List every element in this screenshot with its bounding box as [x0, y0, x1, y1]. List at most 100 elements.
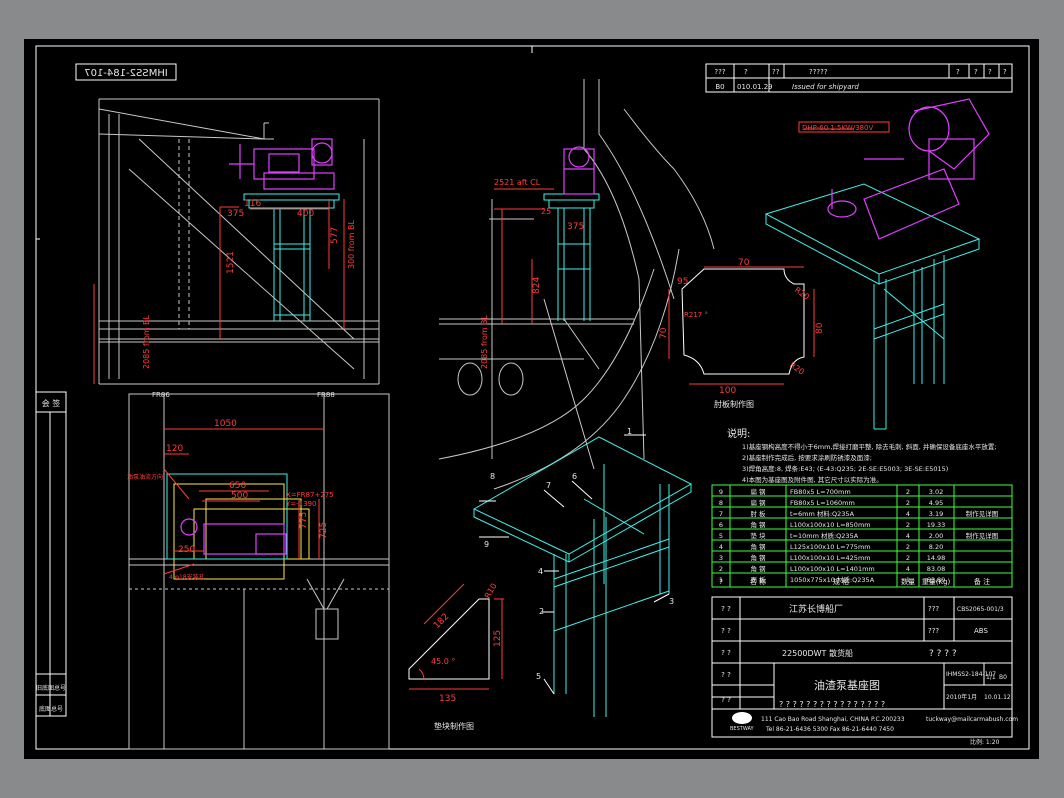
- bom-cell-spec: L100x100x10 L=1401mm: [790, 565, 875, 573]
- cad-drawing: 会 签 旧底图总号 底图总号 IHMSS2-184-107 ??? ? ?? ?…: [35, 45, 1030, 750]
- strip-label-drawing-no: 底图总号: [39, 705, 63, 713]
- bom-cell-spec: FB80x5 L=1060mm: [790, 499, 855, 507]
- rev-header-7: ?: [988, 68, 992, 76]
- revision-text: ??? ? ?? ????? ? ? ? ? B0 010.01.29 Issu…: [714, 68, 1007, 91]
- iso-label-8: 8: [490, 472, 495, 481]
- bom-cell-no: 2: [719, 565, 723, 573]
- bom-cell-wt: 8.20: [929, 543, 943, 551]
- bom-header-qty: 数量: [901, 577, 915, 586]
- tb-email: tuckway@mailcarmabush.com: [926, 716, 1018, 723]
- bom-cell-no: 9: [719, 488, 723, 496]
- dim-725: 725: [319, 522, 329, 539]
- dim-182: 182: [432, 612, 451, 631]
- dim-116: 116: [244, 199, 261, 209]
- plate-detail: 70 95 R20 80 70 100 R217 ° R20 肘板制作图: [659, 258, 825, 409]
- bom-cell-wt: 19.33: [927, 521, 946, 529]
- tb-yard: 江苏长博船厂: [789, 603, 843, 615]
- iso-label-5: 5: [536, 672, 541, 681]
- pump-callout: DHP-60 1.5KW/380V: [802, 124, 873, 132]
- tb-qmarks: ? ? ? ?: [929, 649, 957, 659]
- bom-cell-wt: 83.08: [927, 565, 946, 573]
- bom-cell-name: 扁 钢: [750, 498, 766, 507]
- bom-cell-name: 角 钢: [750, 564, 766, 573]
- bom-cell-wt: 4.95: [929, 499, 943, 507]
- bom-cell-spec: t=10mm 材质:Q235A: [790, 531, 859, 540]
- tb-q1: ? ?: [721, 605, 731, 613]
- bom-header-weight: 重量(Kg): [922, 578, 951, 586]
- bom-cell-no: 8: [719, 499, 723, 507]
- iso-pump-base: DHP-60 1.5KW/380V: [764, 98, 990, 430]
- bom-table: 9 扁 钢 FB80x5 L=700mm 2 3.02 8 扁 钢 FB80x5 L=1060…: [711, 484, 1013, 588]
- iso-label-1: 1: [627, 427, 632, 436]
- bom-cell-name: 肘 板: [750, 509, 766, 518]
- dim-2085-from-bl-b: 2085 from BL: [480, 314, 489, 369]
- bom-header-name: 名 称: [750, 577, 766, 586]
- iso-label-6: 6: [572, 472, 577, 481]
- bom-cell-qty: 4: [906, 532, 910, 540]
- bom-cell-name: 角 钢: [750, 520, 766, 529]
- iso-label-4: 4: [538, 567, 543, 576]
- note-pump-flow: 油泵油流方向: [127, 473, 163, 481]
- note-line-4: 4)本图为基座图及附件图, 其它尺寸以实际为准。: [742, 475, 883, 484]
- dim-250: 250: [178, 545, 195, 555]
- dim-375b: 375: [567, 222, 584, 232]
- tb-tel: Tel 86-21-6436 5300 Fax 86-21-6440 7450: [765, 726, 894, 733]
- bom-cell-qty: 4: [906, 510, 910, 518]
- dim-650: 650: [229, 481, 246, 491]
- rev-description: Issued for shipyard: [792, 83, 859, 91]
- tb-date: 2010年1月: [946, 693, 977, 701]
- bom-cell-name: 垫 块: [750, 531, 766, 540]
- bom-cell-spec: L100x100x10 L=425mm: [790, 554, 871, 562]
- gusset-detail: 182 125 135 45.0 ° R10 垫块制作图: [408, 582, 504, 731]
- gusset-caption: 垫块制作图: [434, 721, 474, 731]
- dim-120: 120: [166, 444, 183, 454]
- mirrored-drawing-number-text: IHMSS2-184-107: [84, 68, 168, 79]
- dim-angle-45: 45.0 °: [431, 657, 455, 666]
- drawing-frame: [35, 45, 1030, 750]
- bom-cell-no: 6: [719, 521, 723, 529]
- tb-address: 111 Cao Bao Road Shanghai, CHINA P.C.200…: [761, 716, 905, 723]
- tb-q2: ? ?: [721, 627, 731, 635]
- iso-label-2: 2: [539, 607, 544, 616]
- bom-cell-wt: 2.00: [929, 532, 943, 540]
- frame-label-fr88: FR88: [317, 391, 335, 399]
- tb-ver: B0: [999, 674, 1007, 681]
- rev-header-6: ?: [974, 68, 978, 76]
- dim-2521-aft-cl: 2521 aft CL: [494, 178, 541, 187]
- dim-plate-r20b: R20: [788, 360, 806, 376]
- tb-date2: 10.01.12: [984, 694, 1011, 701]
- iso-base: 1 2 3 4 5 6 7 8 9: [472, 427, 693, 717]
- bom-cell-wt: 14.98: [927, 554, 946, 562]
- tb-q4: ? ?: [721, 671, 731, 679]
- coord-y: Y=-1390: [285, 500, 316, 508]
- rev-header-5: ?: [956, 68, 960, 76]
- dim-300-from-bl: 300 from BL: [347, 220, 356, 269]
- iso-label-9: 9: [484, 540, 489, 549]
- section-view: 2521 aft CL 375 824 2085 from BL 25: [438, 79, 715, 490]
- tb-q5: ? ?: [721, 696, 731, 704]
- bom-cell-note: 制作见详图: [966, 531, 999, 540]
- strip-label-countersign: 会 签: [42, 398, 61, 408]
- dim-plate-r20a: R20: [793, 285, 811, 301]
- bom-cell-spec: FB80x5 L=700mm: [790, 488, 851, 496]
- tb-qq2: ???: [928, 627, 939, 635]
- drawing-canvas: 会 签 旧底图总号 底图总号 IHMSS2-184-107 ??? ? ?? ?…: [24, 39, 1039, 759]
- bestway-logo-icon: [732, 712, 752, 724]
- dim-500: 500: [231, 491, 248, 501]
- rev-header-8: ?: [1003, 68, 1007, 76]
- bom-cell-no: 7: [719, 510, 723, 518]
- dim-400: 400: [297, 209, 314, 219]
- tb-qq1: ???: [928, 605, 939, 613]
- plate-caption: 肘板制作图: [714, 399, 754, 409]
- bom-cell-qty: 2: [906, 554, 910, 562]
- side-view: 116 375 400 1521 577 300 from BL 2085 fr…: [93, 98, 380, 385]
- bom-cell-name: 角 钢: [750, 542, 766, 551]
- bom-cell-spec: L100x100x10 L=850mm: [790, 521, 871, 529]
- tb-ship: 22500DWT 散货船: [782, 648, 853, 658]
- bom-cell-qty: 2: [906, 499, 910, 507]
- notes: 说明: 1)基座钢构高度不得小于6mm,焊接打磨平整, 除去毛刺, 斜面, 并确…: [727, 427, 997, 484]
- dim-1521: 1521: [226, 251, 236, 274]
- iso-label-3: 3: [669, 597, 674, 606]
- bom-cell-qty: 2: [906, 488, 910, 496]
- left-strip: 会 签 旧底图总号 底图总号: [36, 398, 66, 713]
